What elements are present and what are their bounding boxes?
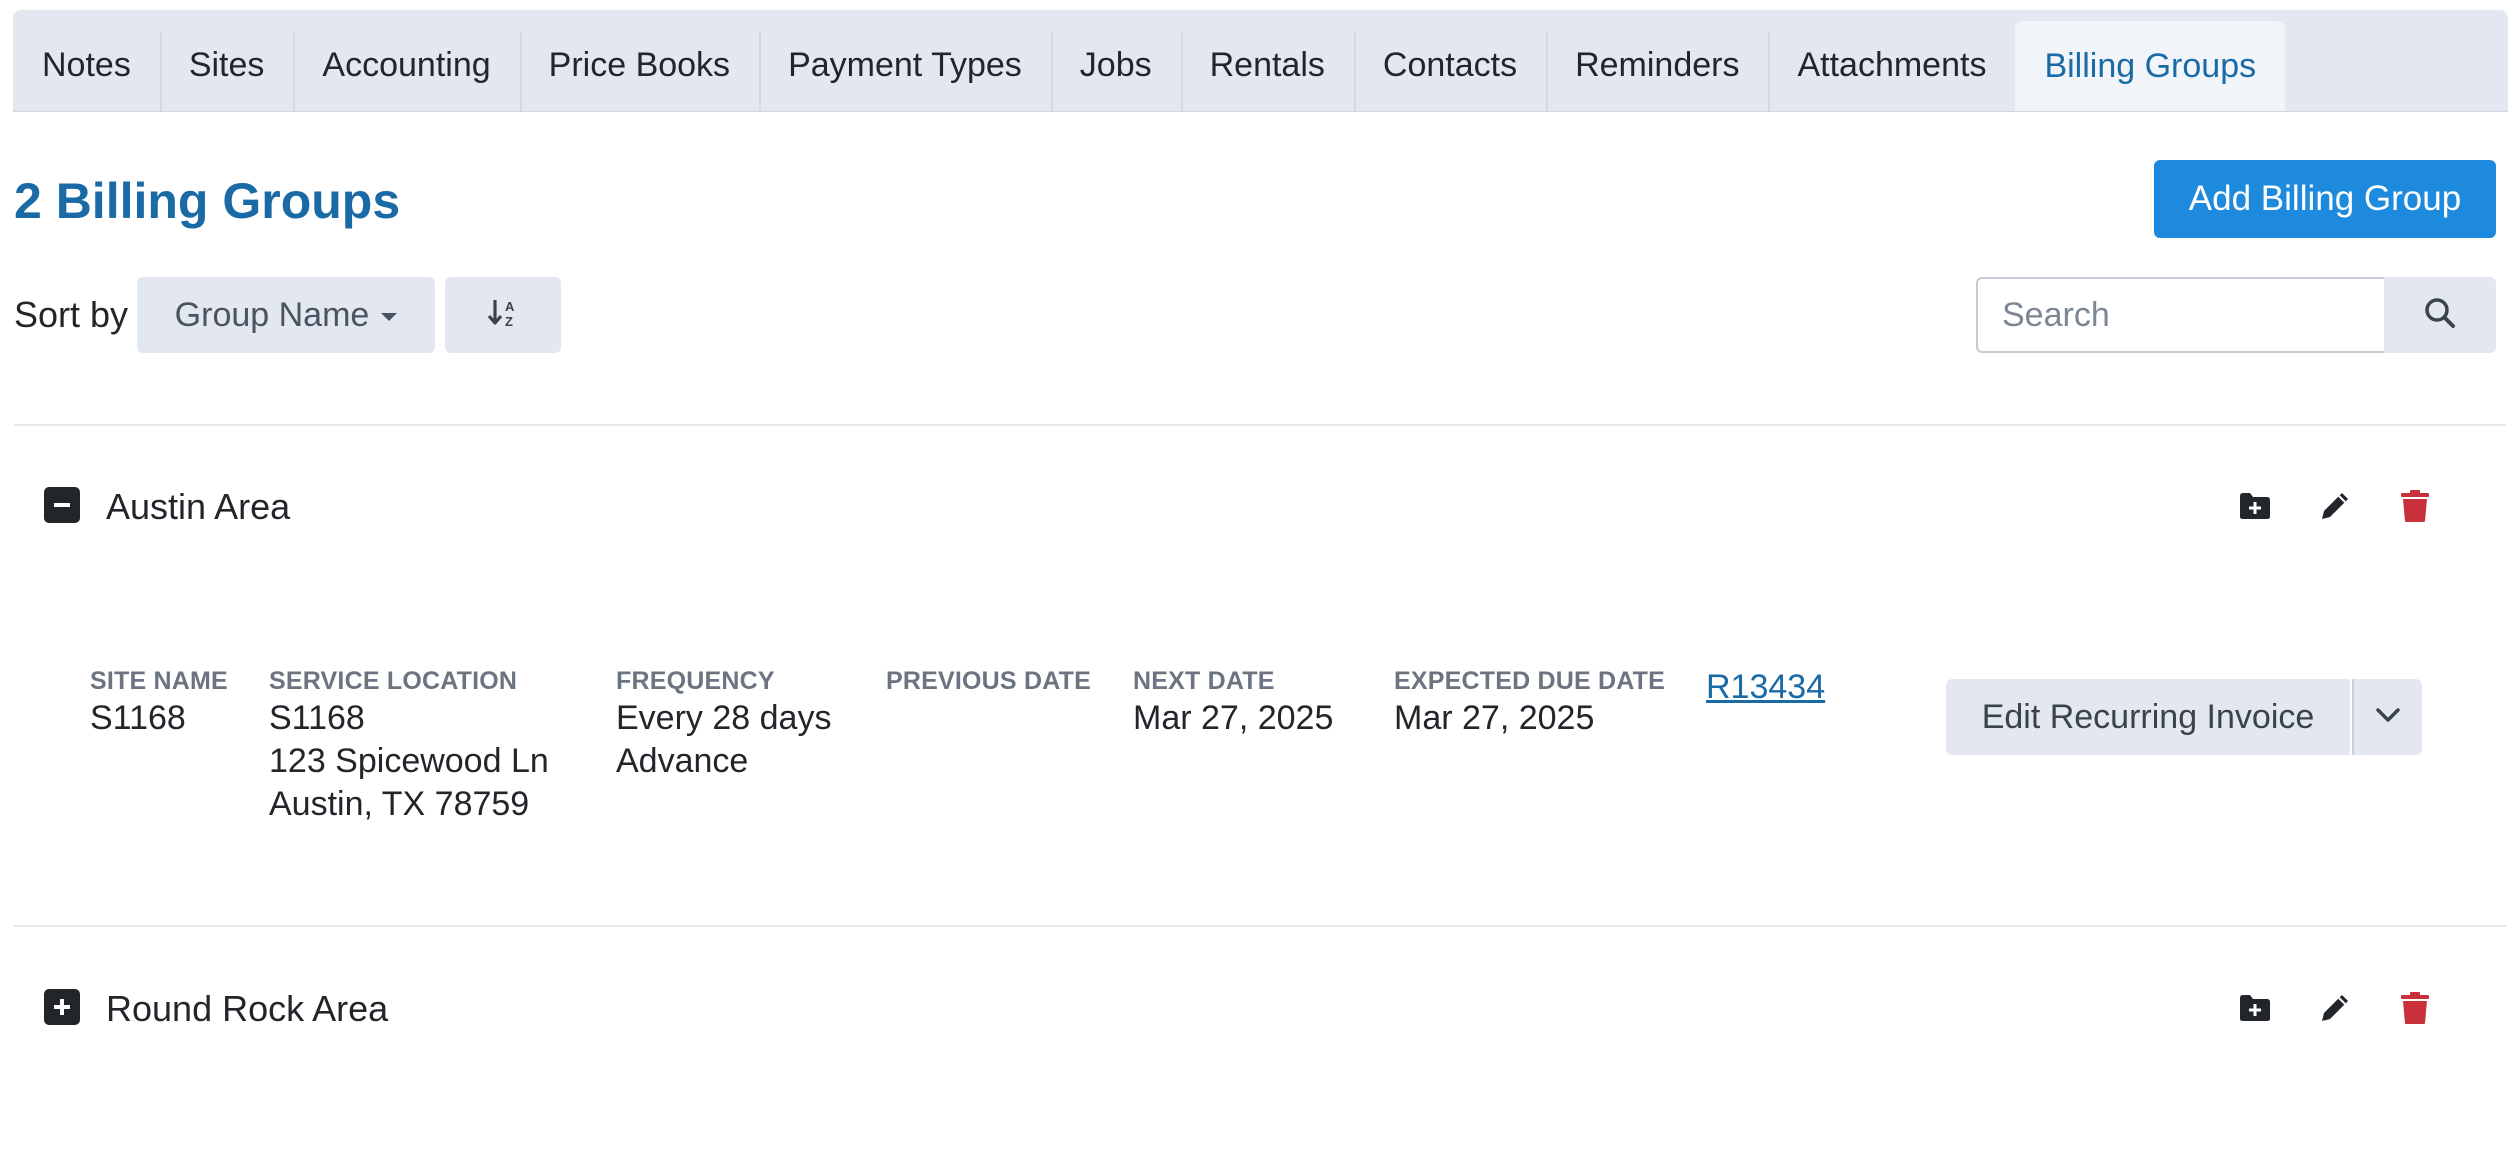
collapse-toggle[interactable] — [44, 487, 80, 523]
frequency-line: Every 28 days — [616, 699, 832, 737]
svg-text:Z: Z — [505, 314, 513, 329]
tab-attachments[interactable]: Attachments — [1768, 19, 2015, 111]
tab-notes[interactable]: Notes — [13, 19, 160, 111]
edit-recurring-invoice-button[interactable]: Edit Recurring Invoice — [1946, 679, 2350, 755]
expected-due-date-value: Mar 27, 2025 — [1394, 699, 1595, 737]
sort-field-dropdown[interactable]: Group Name — [137, 277, 435, 353]
divider — [14, 925, 2506, 927]
frequency-column: FREQUENCY Every 28 days Advance — [616, 665, 831, 783]
plus-icon-vertical — [60, 999, 64, 1015]
tab-jobs[interactable]: Jobs — [1050, 19, 1181, 111]
tab-reminders[interactable]: Reminders — [1546, 19, 1768, 111]
expand-toggle[interactable] — [44, 989, 80, 1025]
tab-payment-types[interactable]: Payment Types — [759, 19, 1051, 111]
tab-sites[interactable]: Sites — [159, 19, 294, 111]
service-location-column: SERVICE LOCATION S1168 123 Spicewood Ln … — [269, 665, 549, 826]
group-name: Round Rock Area — [106, 988, 389, 1029]
tab-billing-groups[interactable]: Billing Groups — [2015, 21, 2286, 111]
trash-icon[interactable] — [2395, 988, 2435, 1028]
sort-direction-button[interactable]: A Z — [445, 277, 561, 353]
tab-bar: Notes Sites Accounting Price Books Payme… — [13, 10, 2508, 112]
recurring-invoice-link[interactable]: R13434 — [1706, 668, 1825, 707]
service-location-line: S1168 — [269, 699, 365, 737]
sort-label: Sort by — [14, 294, 129, 335]
frequency-line: Advance — [616, 742, 749, 780]
page-title: 2 Billing Groups — [14, 173, 401, 229]
chevron-down-icon — [2375, 707, 2401, 728]
sort-alpha-down-icon: A Z — [486, 296, 520, 335]
tab-rentals[interactable]: Rentals — [1180, 19, 1354, 111]
pencil-icon[interactable] — [2315, 988, 2355, 1028]
billing-group-row: Austin Area — [14, 466, 2506, 546]
search-icon — [2423, 296, 2457, 335]
divider — [14, 424, 2506, 426]
minus-icon — [54, 503, 70, 507]
next-date-column: NEXT DATE Mar 27, 2025 — [1133, 665, 1333, 740]
site-name-label: SITE NAME — [90, 667, 228, 695]
expected-due-date-column: EXPECTED DUE DATE Mar 27, 2025 — [1394, 665, 1665, 740]
next-date-value: Mar 27, 2025 — [1133, 699, 1334, 737]
tab-price-books[interactable]: Price Books — [519, 19, 759, 111]
folder-plus-icon[interactable] — [2235, 988, 2275, 1028]
tab-contacts[interactable]: Contacts — [1353, 19, 1546, 111]
sort-field-value: Group Name — [174, 295, 370, 334]
service-location-label: SERVICE LOCATION — [269, 667, 518, 695]
caret-down-icon — [381, 313, 398, 321]
billing-group-row: Round Rock Area — [14, 968, 2506, 1048]
folder-plus-icon[interactable] — [2235, 486, 2275, 526]
search-button[interactable] — [2384, 277, 2496, 353]
trash-icon[interactable] — [2395, 486, 2435, 526]
service-location-line: Austin, TX 78759 — [269, 785, 530, 823]
expected-due-date-label: EXPECTED DUE DATE — [1394, 667, 1666, 695]
group-name: Austin Area — [106, 486, 291, 527]
previous-date-column: PREVIOUS DATE — [886, 665, 1091, 697]
frequency-label: FREQUENCY — [616, 667, 775, 695]
site-name-value: S1168 — [90, 699, 186, 737]
service-location-line: 123 Spicewood Ln — [269, 742, 549, 780]
pencil-icon[interactable] — [2315, 486, 2355, 526]
next-date-label: NEXT DATE — [1133, 667, 1275, 695]
add-billing-group-button[interactable]: Add Billing Group — [2154, 160, 2496, 238]
svg-text:A: A — [505, 299, 515, 314]
site-name-column: SITE NAME S1168 — [90, 665, 228, 740]
tab-accounting[interactable]: Accounting — [293, 19, 519, 111]
search-input[interactable] — [1976, 277, 2386, 353]
edit-options-dropdown[interactable] — [2352, 679, 2422, 755]
previous-date-label: PREVIOUS DATE — [886, 667, 1091, 695]
